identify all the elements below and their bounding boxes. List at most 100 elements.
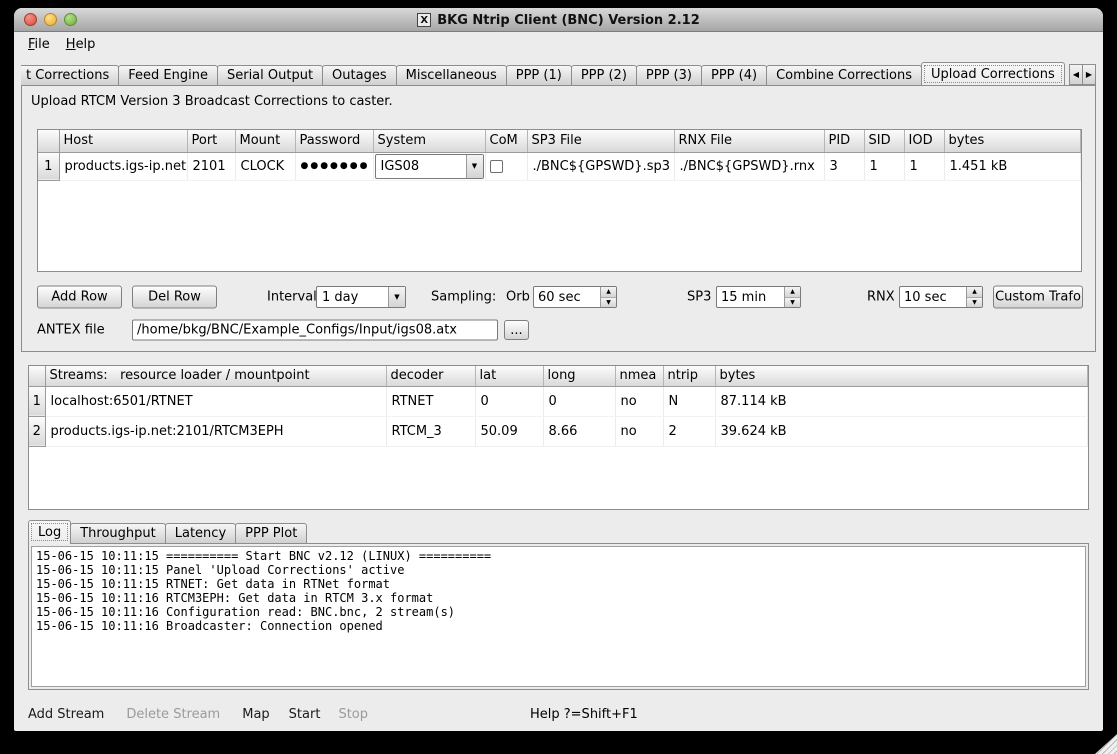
tab-miscellaneous[interactable]: Miscellaneous bbox=[396, 65, 507, 85]
column-header-ntrip[interactable]: ntrip bbox=[663, 366, 715, 386]
column-header-mount[interactable]: Mount bbox=[235, 130, 295, 152]
cell-rnx-file[interactable]: ./BNC${GPSWD}.rnx bbox=[674, 152, 824, 180]
column-header-port[interactable]: Port bbox=[187, 130, 235, 152]
delete-stream-button[interactable]: Delete Stream bbox=[126, 707, 220, 722]
column-header-system[interactable]: System bbox=[373, 130, 485, 152]
del-row-button[interactable]: Del Row bbox=[132, 286, 217, 309]
column-header-bytes[interactable]: bytes bbox=[715, 366, 1088, 386]
tab-ppp-plot[interactable]: PPP Plot bbox=[235, 523, 307, 543]
cell-nmea[interactable]: no bbox=[615, 386, 663, 416]
cell-sp3-file[interactable]: ./BNC${GPSWD}.sp3 bbox=[527, 152, 674, 180]
column-header-lat[interactable]: lat bbox=[475, 366, 543, 386]
browse-button[interactable]: ... bbox=[504, 320, 529, 340]
tab-ppp-1[interactable]: PPP (1) bbox=[506, 65, 572, 85]
cell-password[interactable]: ●●●●●●● bbox=[295, 152, 373, 180]
menu-file[interactable]: File bbox=[22, 35, 56, 54]
column-header-sid[interactable]: SID bbox=[864, 130, 904, 152]
row-number[interactable]: 1 bbox=[38, 152, 59, 180]
tab-upload-corrections[interactable]: Upload Corrections bbox=[921, 62, 1065, 85]
cell-bytes[interactable]: 87.114 kB bbox=[715, 386, 1088, 416]
spin-down-icon[interactable]: ▼ bbox=[785, 298, 800, 308]
spin-up-icon[interactable]: ▲ bbox=[967, 287, 982, 298]
cell-iod[interactable]: 1 bbox=[904, 152, 944, 180]
column-header-rnx-file[interactable]: RNX File bbox=[674, 130, 824, 152]
cell-mount[interactable]: CLOCK bbox=[235, 152, 295, 180]
column-header-com[interactable]: CoM bbox=[485, 130, 527, 152]
tab-scroll-left-button[interactable]: ◀ bbox=[1069, 64, 1083, 85]
tab-throughput[interactable]: Throughput bbox=[70, 523, 166, 543]
column-header-host[interactable]: Host bbox=[59, 130, 187, 152]
chevron-down-icon[interactable]: ▼ bbox=[466, 155, 483, 178]
antex-file-input[interactable] bbox=[132, 320, 498, 341]
com-checkbox[interactable] bbox=[490, 160, 503, 173]
column-header-password[interactable]: Password bbox=[295, 130, 373, 152]
chevron-down-icon[interactable]: ▼ bbox=[388, 287, 405, 307]
spin-down-icon[interactable]: ▼ bbox=[601, 298, 616, 308]
cell-decoder[interactable]: RTCM_3 bbox=[386, 416, 475, 446]
table-corner[interactable] bbox=[38, 130, 59, 152]
cell-ntrip[interactable]: 2 bbox=[663, 416, 715, 446]
cell-nmea[interactable]: no bbox=[615, 416, 663, 446]
cell-long[interactable]: 0 bbox=[543, 386, 615, 416]
cell-pid[interactable]: 3 bbox=[824, 152, 864, 180]
cell-mountpoint[interactable]: products.igs-ip.net:2101/RTCM3EPH bbox=[45, 416, 386, 446]
system-combobox[interactable]: IGS08 ▼ bbox=[375, 154, 484, 179]
cell-bytes[interactable]: 39.624 kB bbox=[715, 416, 1088, 446]
titlebar[interactable]: X BKG Ntrip Client (BNC) Version 2.12 bbox=[14, 8, 1103, 32]
cell-host[interactable]: products.igs-ip.net bbox=[59, 152, 187, 180]
cell-mountpoint[interactable]: localhost:6501/RTNET bbox=[45, 386, 386, 416]
window-title-text: BKG Ntrip Client (BNC) Version 2.12 bbox=[437, 13, 700, 28]
add-stream-button[interactable]: Add Stream bbox=[28, 707, 104, 722]
tab-scroll-buttons: ◀ ▶ bbox=[1070, 64, 1096, 85]
tab-serial-output[interactable]: Serial Output bbox=[217, 65, 323, 85]
column-header-long[interactable]: long bbox=[543, 366, 615, 386]
rnx-sampling-spinbox[interactable]: 10 sec ▲ ▼ bbox=[899, 286, 983, 308]
cell-decoder[interactable]: RTNET bbox=[386, 386, 475, 416]
tab-ppp-3[interactable]: PPP (3) bbox=[636, 65, 702, 85]
log-output[interactable]: 15-06-15 10:11:15 ========== Start BNC v… bbox=[31, 546, 1086, 687]
spin-down-icon[interactable]: ▼ bbox=[967, 298, 982, 308]
tab-scroll-right-button[interactable]: ▶ bbox=[1082, 64, 1096, 85]
add-row-button[interactable]: Add Row bbox=[37, 286, 122, 309]
tab-latency[interactable]: Latency bbox=[165, 523, 236, 543]
menu-help[interactable]: Help bbox=[60, 35, 102, 54]
custom-trafo-button[interactable]: Custom Trafo bbox=[993, 286, 1083, 309]
tab-log[interactable]: Log bbox=[28, 520, 71, 544]
tab-ppp-4[interactable]: PPP (4) bbox=[701, 65, 767, 85]
column-header-iod[interactable]: IOD bbox=[904, 130, 944, 152]
tab-combine-corrections[interactable]: Combine Corrections bbox=[766, 65, 922, 85]
cell-bytes[interactable]: 1.451 kB bbox=[944, 152, 1081, 180]
orb-sampling-spinbox[interactable]: 60 sec ▲ ▼ bbox=[533, 286, 617, 308]
interval-combobox[interactable]: 1 day ▼ bbox=[316, 286, 406, 308]
tab-ppp-2[interactable]: PPP (2) bbox=[571, 65, 637, 85]
row-number[interactable]: 1 bbox=[29, 386, 45, 416]
spin-up-icon[interactable]: ▲ bbox=[601, 287, 616, 298]
resize-grip[interactable] bbox=[1095, 734, 1117, 754]
tab-broadcast-corrections[interactable]: t Corrections bbox=[21, 65, 119, 85]
cell-sid[interactable]: 1 bbox=[864, 152, 904, 180]
column-header-nmea[interactable]: nmea bbox=[615, 366, 663, 386]
start-button[interactable]: Start bbox=[289, 707, 321, 722]
sp3-sampling-spinbox[interactable]: 15 min ▲ ▼ bbox=[716, 286, 801, 308]
cell-ntrip[interactable]: N bbox=[663, 386, 715, 416]
row-number[interactable]: 2 bbox=[29, 416, 45, 446]
cell-long[interactable]: 8.66 bbox=[543, 416, 615, 446]
column-header-sp3-file[interactable]: SP3 File bbox=[527, 130, 674, 152]
tab-outages[interactable]: Outages bbox=[322, 65, 397, 85]
table-corner[interactable] bbox=[29, 366, 45, 386]
log-line: 15-06-15 10:11:15 Panel 'Upload Correcti… bbox=[36, 563, 1081, 577]
column-header-pid[interactable]: PID bbox=[824, 130, 864, 152]
tab-feed-engine[interactable]: Feed Engine bbox=[118, 65, 218, 85]
menubar: File Help bbox=[14, 33, 1103, 56]
orb-label: Orb bbox=[506, 290, 530, 305]
spin-up-icon[interactable]: ▲ bbox=[785, 287, 800, 298]
map-button[interactable]: Map bbox=[242, 707, 269, 722]
cell-lat[interactable]: 0 bbox=[475, 386, 543, 416]
stop-button[interactable]: Stop bbox=[338, 707, 368, 722]
cell-port[interactable]: 2101 bbox=[187, 152, 235, 180]
cell-lat[interactable]: 50.09 bbox=[475, 416, 543, 446]
spinner-buttons: ▲ ▼ bbox=[600, 287, 616, 307]
column-header-decoder[interactable]: decoder bbox=[386, 366, 475, 386]
column-header-bytes[interactable]: bytes bbox=[944, 130, 1081, 152]
column-header-mountpoint[interactable]: Streams: resource loader / mountpoint bbox=[45, 366, 386, 386]
